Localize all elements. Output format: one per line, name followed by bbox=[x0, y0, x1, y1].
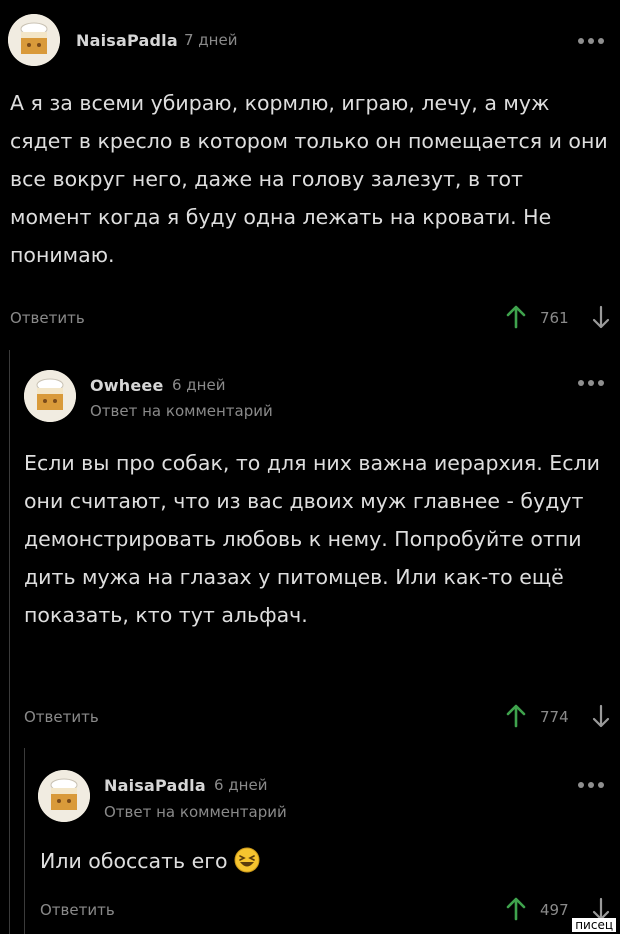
watermark: писец bbox=[572, 918, 616, 932]
avatar[interactable] bbox=[8, 14, 60, 66]
reply-button[interactable]: Ответить bbox=[40, 901, 115, 919]
reply-to-link[interactable]: Ответ на комментарий bbox=[90, 402, 273, 420]
comment-text-part-2: дить мужа на глазах у питомцев. Или как-… bbox=[24, 565, 564, 627]
thread-line-level-2 bbox=[24, 748, 25, 934]
upvote-arrow-icon[interactable] bbox=[506, 704, 526, 728]
more-options-icon[interactable] bbox=[578, 38, 604, 44]
upvote-arrow-icon[interactable] bbox=[506, 897, 526, 921]
downvote-arrow-icon[interactable] bbox=[592, 305, 610, 329]
comment-text: Или обоссать его bbox=[40, 842, 600, 880]
thread-line-level-1 bbox=[9, 350, 10, 934]
cake-avatar-icon bbox=[24, 370, 76, 422]
upvote-arrow-icon[interactable] bbox=[506, 305, 526, 329]
timestamp: 7 дней bbox=[184, 31, 238, 49]
username[interactable]: NaisaPadla bbox=[104, 776, 206, 795]
timestamp: 6 дней bbox=[214, 776, 268, 794]
reply-to-link[interactable]: Ответ на комментарий bbox=[104, 803, 287, 821]
downvote-arrow-icon[interactable] bbox=[592, 704, 610, 728]
comment-text-content: Или обоссать его bbox=[40, 849, 228, 873]
comment-text: Если вы про собак, то для них важна иера… bbox=[24, 444, 608, 634]
timestamp: 6 дней bbox=[172, 376, 226, 394]
laughing-emoji-icon bbox=[234, 847, 260, 873]
vote-count: 774 bbox=[540, 708, 569, 726]
reply-button[interactable]: Ответить bbox=[10, 309, 85, 327]
avatar[interactable] bbox=[38, 770, 90, 822]
cake-avatar-icon bbox=[38, 770, 90, 822]
comment-text-part-1: Если вы про собак, то для них важна иера… bbox=[24, 451, 600, 551]
vote-count: 497 bbox=[540, 901, 569, 919]
reply-button[interactable]: Ответить bbox=[24, 708, 99, 726]
username[interactable]: NaisaPadla bbox=[76, 31, 178, 50]
cake-avatar-icon bbox=[8, 14, 60, 66]
avatar[interactable] bbox=[24, 370, 76, 422]
censor-bar bbox=[581, 522, 592, 552]
more-options-icon[interactable] bbox=[578, 782, 604, 788]
vote-count: 761 bbox=[540, 309, 569, 327]
comment-text: А я за всеми убираю, кормлю, играю, лечу… bbox=[10, 91, 608, 267]
more-options-icon[interactable] bbox=[578, 380, 604, 386]
username[interactable]: Owheee bbox=[90, 376, 164, 395]
